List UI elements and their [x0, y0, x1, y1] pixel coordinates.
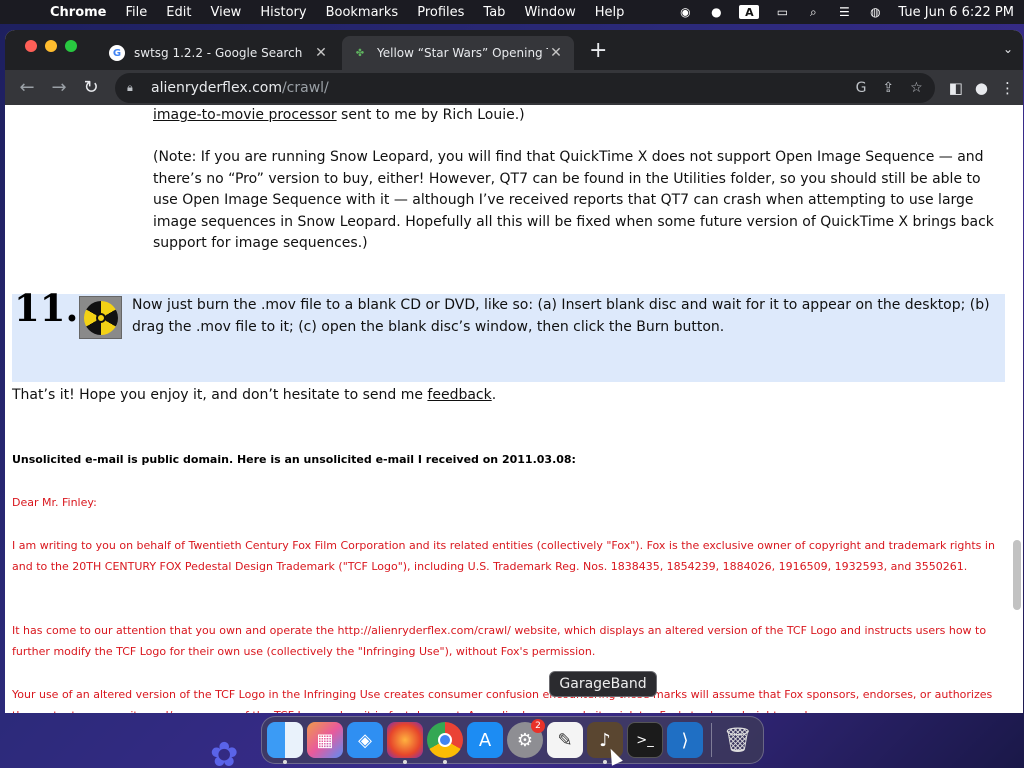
email-salutation: Dear Mr. Finley:	[12, 496, 97, 509]
url-path: /crawl/	[281, 79, 329, 96]
input-source-indicator[interactable]: A	[739, 5, 760, 19]
menu-window[interactable]: Window	[524, 5, 575, 20]
tab-google-search[interactable]: G swtsg 1.2.2 - Google Search ✕	[99, 36, 339, 70]
email-paragraph-2: It has come to our attention that you ow…	[12, 624, 987, 658]
step-text: Now just burn the .mov file to a blank C…	[132, 297, 990, 335]
menu-edit[interactable]: Edit	[166, 5, 191, 20]
display-mirror-icon[interactable]: ▭	[774, 5, 790, 19]
zoom-window-button[interactable]	[65, 40, 77, 52]
system-settings-icon[interactable]: ⚙ 2	[507, 719, 545, 758]
step-number: 11.	[14, 286, 79, 330]
dock-tooltip: GarageBand	[549, 671, 657, 697]
close-tab-icon[interactable]: ✕	[313, 45, 329, 61]
user-icon[interactable]: ●	[708, 5, 724, 19]
app-store-icon[interactable]: A	[467, 722, 503, 758]
safari-icon[interactable]: ◈	[347, 722, 383, 758]
menu-app-name[interactable]: Chrome	[50, 5, 107, 20]
new-tab-icon[interactable]: +	[589, 38, 607, 63]
minimize-window-button[interactable]	[45, 40, 57, 52]
airdrop-icon[interactable]: ◉	[677, 5, 693, 19]
textedit-icon[interactable]: ✎	[547, 722, 583, 758]
menubar-clock[interactable]: Tue Jun 6 6:22 PM	[898, 5, 1014, 20]
tab-bar: G swtsg 1.2.2 - Google Search ✕ ✤ Yellow…	[5, 30, 1023, 70]
feedback-link[interactable]: feedback	[427, 387, 491, 403]
address-bar[interactable]: 🔒︎ alienryderflex.com /crawl/ G ⇪ ☆	[115, 72, 935, 103]
trash-icon[interactable]: 🗑︎	[720, 722, 756, 758]
lock-icon[interactable]: 🔒︎	[127, 81, 141, 95]
menu-help[interactable]: Help	[595, 5, 625, 20]
processor-paragraph: image-to-movie processor sent to me by R…	[153, 105, 1003, 127]
tab-star-wars-crawl[interactable]: ✤ Yellow “Star Wars” Opening Te ✕	[342, 36, 574, 70]
email-heading: Unsolicited e-mail is public domain. Her…	[12, 453, 576, 466]
reload-icon[interactable]: ↻	[77, 74, 105, 102]
terminal-icon[interactable]: >_	[627, 722, 663, 758]
menu-profiles[interactable]: Profiles	[417, 5, 464, 20]
browser-window: G swtsg 1.2.2 - Google Search ✕ ✤ Yellow…	[5, 30, 1023, 713]
settings-badge: 2	[531, 719, 545, 733]
menu-bookmarks[interactable]: Bookmarks	[326, 5, 399, 20]
step-11: 11. Now just burn the .mov file to a bla…	[12, 286, 1005, 382]
browser-toolbar: ← → ↻ 🔒︎ alienryderflex.com /crawl/ G ⇪ …	[5, 70, 1023, 105]
dock-separator	[711, 723, 712, 757]
close-window-button[interactable]	[25, 40, 37, 52]
back-icon[interactable]: ←	[13, 74, 41, 102]
web-page-content: image-to-movie processor sent to me by R…	[5, 105, 1023, 713]
launchpad-icon[interactable]: ▦	[307, 722, 343, 758]
more-menu-icon[interactable]: ⋮	[1000, 79, 1015, 97]
tab-title: Yellow “Star Wars” Opening Te	[377, 46, 548, 60]
closing-period: .	[491, 387, 497, 403]
email-paragraph-1: I am writing to you on behalf of Twentie…	[12, 539, 995, 573]
radiation-hazard-icon	[79, 296, 122, 339]
tab-title: swtsg 1.2.2 - Google Search	[134, 46, 303, 60]
finder-icon[interactable]	[267, 722, 303, 764]
google-lens-icon[interactable]: G	[856, 80, 867, 96]
siri-icon[interactable]: ◍	[867, 5, 883, 19]
page-scrollbar[interactable]	[1013, 540, 1021, 610]
google-icon: G	[109, 45, 125, 61]
menu-bar: Chrome File Edit View History Bookmarks …	[0, 0, 1024, 24]
clover-icon: ✤	[355, 47, 365, 59]
menu-history[interactable]: History	[260, 5, 306, 20]
profile-avatar-icon[interactable]: ●	[975, 79, 988, 97]
spotlight-icon[interactable]: ⌕	[805, 5, 821, 19]
control-center-icon[interactable]: ☰	[836, 5, 852, 19]
menu-tab[interactable]: Tab	[483, 5, 505, 20]
processor-link[interactable]: image-to-movie processor	[153, 107, 337, 123]
closing-text: That’s it! Hope you enjoy it, and don’t …	[12, 387, 428, 403]
wallpaper-flower-icon: ✿	[210, 735, 239, 768]
dock: ▦ ◈ A ⚙ 2 ✎ ♪ >_ ⟩ 🗑︎	[261, 716, 764, 764]
closing-line: That’s it! Hope you enjoy it, and don’t …	[12, 385, 496, 407]
firefox-icon[interactable]	[387, 722, 423, 764]
bookmark-star-icon[interactable]: ☆	[910, 80, 923, 96]
url-host: alienryderflex.com	[151, 79, 282, 96]
tab-search-chevron-icon[interactable]: ⌄	[1003, 42, 1013, 56]
snow-leopard-note: (Note: If you are running Snow Leopard, …	[153, 149, 994, 251]
close-tab-icon[interactable]: ✕	[548, 45, 564, 61]
side-panel-icon[interactable]: ◧	[949, 79, 963, 97]
share-icon[interactable]: ⇪	[882, 80, 894, 96]
window-controls	[25, 40, 77, 52]
menu-view[interactable]: View	[210, 5, 241, 20]
vscode-icon[interactable]: ⟩	[667, 722, 703, 758]
menu-file[interactable]: File	[126, 5, 148, 20]
processor-paragraph-text: sent to me by Rich Louie.)	[336, 107, 525, 123]
chrome-icon[interactable]	[427, 722, 463, 764]
email-paragraph-3: Your use of an altered version of the TC…	[12, 688, 993, 713]
forward-icon[interactable]: →	[45, 74, 73, 102]
